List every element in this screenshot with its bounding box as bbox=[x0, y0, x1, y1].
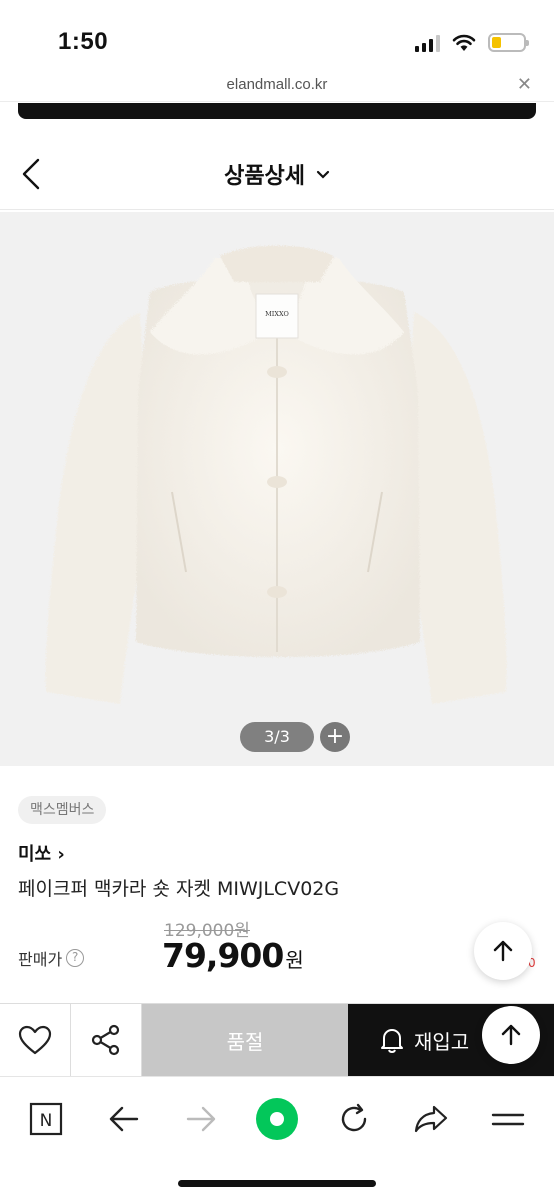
top-banner bbox=[18, 103, 536, 119]
browser-menu-button[interactable] bbox=[484, 1095, 532, 1143]
chevron-down-icon bbox=[311, 168, 330, 184]
page-title[interactable]: 상품상세 bbox=[0, 158, 554, 190]
currency: 원 bbox=[285, 948, 303, 972]
status-icons bbox=[415, 33, 529, 52]
url-bar[interactable]: elandmall.co.kr ✕ bbox=[0, 72, 554, 102]
status-time: 1:50 bbox=[58, 28, 109, 55]
naver-button[interactable]: N bbox=[22, 1095, 70, 1143]
brand-name: 미쏘 bbox=[18, 844, 52, 865]
brand-link[interactable]: 미쏘 › bbox=[18, 840, 65, 866]
arrow-up-icon bbox=[501, 1024, 521, 1046]
browser-forward-button[interactable] bbox=[177, 1095, 225, 1143]
price-label: 판매가 ? bbox=[18, 946, 85, 970]
share-icon bbox=[91, 1024, 120, 1056]
home-dot-icon bbox=[256, 1098, 298, 1140]
jacket-illustration: MIXXO bbox=[45, 245, 507, 704]
scroll-top-button[interactable] bbox=[482, 1006, 540, 1064]
sale-price-value: 79,900 bbox=[162, 936, 284, 975]
page-header: 상품상세 bbox=[0, 140, 554, 210]
membership-badge: 맥스멤버스 bbox=[18, 796, 107, 824]
wifi-icon bbox=[452, 34, 476, 51]
browser-back-button[interactable] bbox=[100, 1095, 148, 1143]
forward-arrow-icon bbox=[186, 1106, 216, 1132]
image-counter: 3/3 bbox=[240, 722, 314, 752]
action-bar: 품절 재입고 bbox=[0, 1003, 554, 1076]
refresh-button[interactable] bbox=[330, 1095, 378, 1143]
browser-nav: N bbox=[0, 1076, 554, 1166]
wishlist-button[interactable] bbox=[0, 1004, 71, 1076]
home-indicator[interactable] bbox=[178, 1180, 376, 1187]
image-zoom-button[interactable]: + bbox=[320, 722, 350, 752]
chevron-right-icon: › bbox=[57, 844, 65, 865]
product-image[interactable]: MIXXO bbox=[0, 212, 554, 766]
svg-text:MIXXO: MIXXO bbox=[265, 310, 289, 318]
close-icon[interactable]: ✕ bbox=[517, 74, 532, 95]
product-name: 페이크퍼 맥카라 숏 자켓 MIWJLCV02G bbox=[18, 878, 340, 900]
naver-icon: N bbox=[29, 1102, 63, 1136]
restock-label: 재입고 bbox=[414, 1029, 470, 1054]
menu-icon bbox=[491, 1113, 525, 1126]
heart-icon bbox=[18, 1025, 52, 1055]
page-title-text: 상품상세 bbox=[224, 164, 306, 189]
arrow-up-icon bbox=[493, 940, 513, 962]
scroll-up-button[interactable] bbox=[474, 922, 532, 980]
svg-text:N: N bbox=[40, 1111, 53, 1131]
bell-icon bbox=[381, 1029, 403, 1053]
url-text: elandmall.co.kr bbox=[226, 76, 328, 93]
sale-price: 79,900 원 bbox=[162, 936, 304, 975]
help-icon[interactable]: ? bbox=[66, 949, 85, 967]
share-arrow-icon bbox=[414, 1105, 448, 1133]
browser-home-button[interactable] bbox=[253, 1095, 301, 1143]
soldout-button[interactable]: 품절 bbox=[142, 1004, 348, 1076]
cellular-signal-icon bbox=[415, 34, 440, 52]
share-button[interactable] bbox=[71, 1004, 142, 1076]
status-bar: 1:50 bbox=[0, 0, 554, 70]
back-arrow-icon bbox=[109, 1106, 139, 1132]
price-label-text: 판매가 bbox=[18, 950, 63, 969]
battery-icon bbox=[488, 33, 529, 52]
browser-share-button[interactable] bbox=[407, 1095, 455, 1143]
refresh-icon bbox=[341, 1103, 367, 1132]
